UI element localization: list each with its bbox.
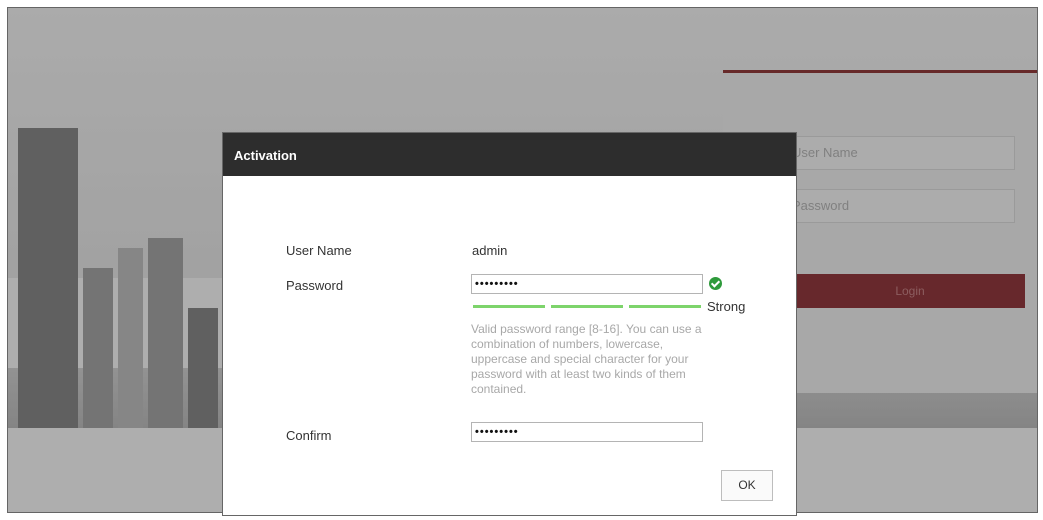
- password-label: Password: [286, 278, 344, 293]
- password-strength-label: Strong: [707, 299, 746, 314]
- strength-bar-segment: [473, 305, 545, 308]
- confirm-label: Confirm: [286, 428, 332, 443]
- strength-bar-segment: [629, 305, 701, 308]
- password-hint: Valid password range [8-16]. You can use…: [471, 322, 702, 396]
- dialog-title: Activation: [223, 133, 796, 176]
- check-circle-icon: [709, 277, 722, 290]
- confirm-password-input[interactable]: •••••••••: [471, 422, 703, 442]
- ok-button[interactable]: OK: [721, 470, 773, 501]
- strength-bar-segment: [551, 305, 623, 308]
- password-input[interactable]: •••••••••: [471, 274, 703, 294]
- username-label: User Name: [286, 243, 352, 258]
- username-value: admin: [472, 243, 508, 258]
- activation-dialog: Activation User Name admin Password ••••…: [223, 133, 796, 515]
